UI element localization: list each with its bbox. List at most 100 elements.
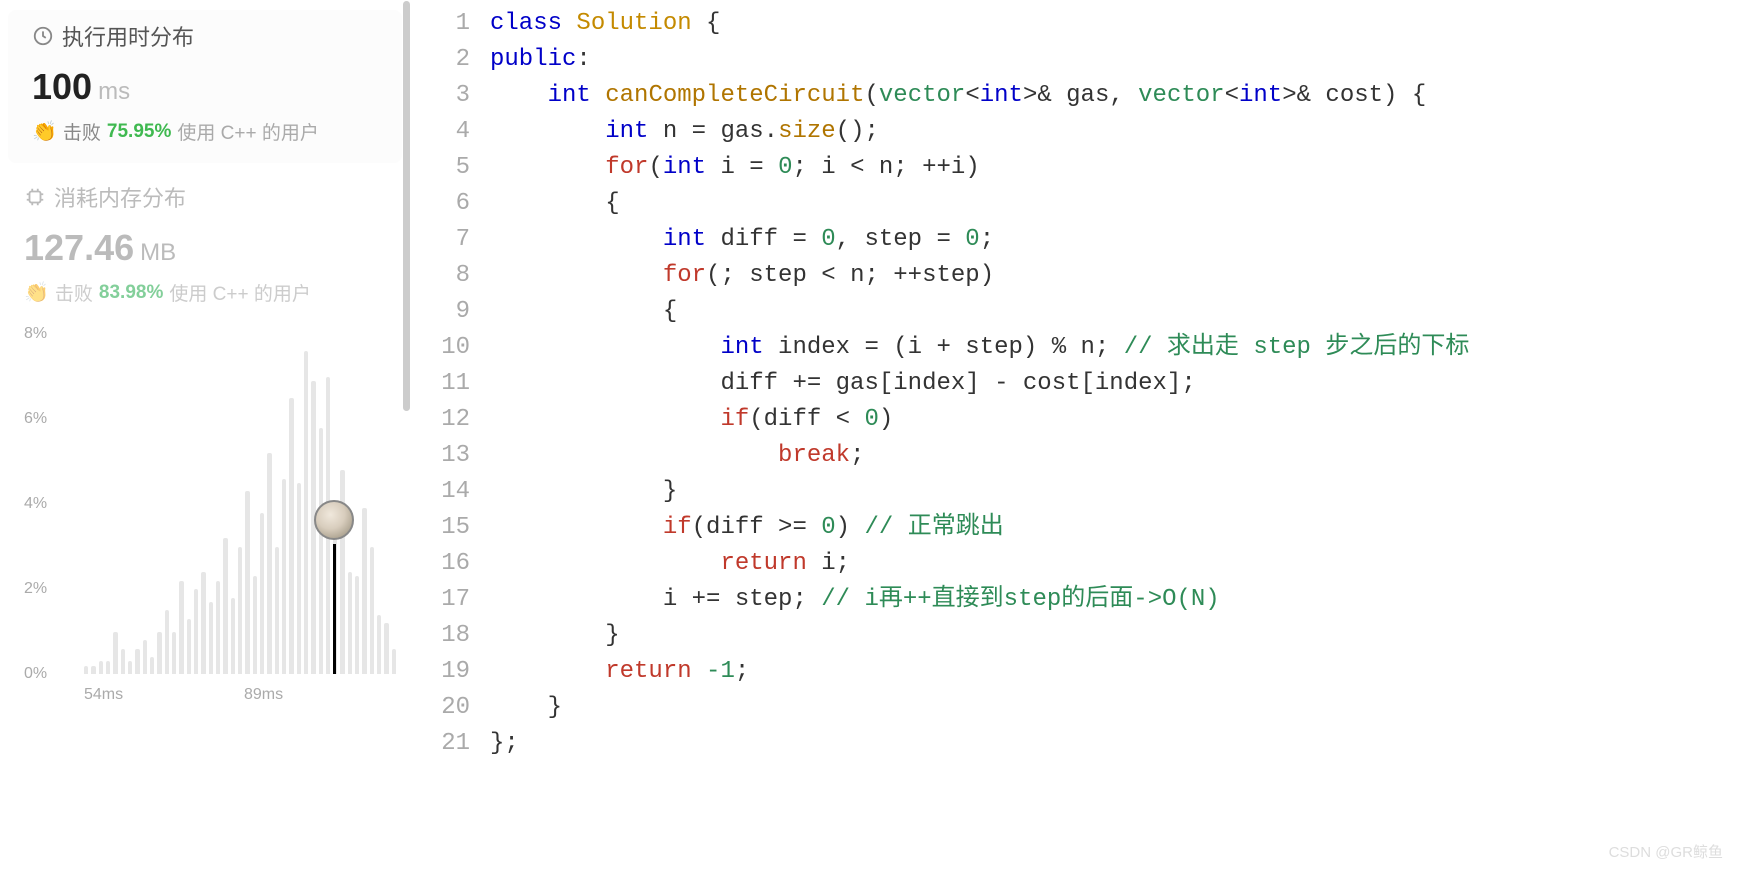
memory-title: 消耗内存分布 — [24, 181, 386, 213]
chart-bar[interactable] — [209, 602, 213, 674]
chart-bar[interactable] — [260, 513, 264, 675]
line-number: 11 — [430, 366, 470, 402]
chart-bar[interactable] — [150, 657, 154, 674]
chart-bar[interactable] — [370, 547, 374, 675]
chart-bar[interactable] — [201, 572, 205, 674]
code-line[interactable]: int canCompleteCircuit(vector<int>& gas,… — [490, 78, 1737, 114]
chart-bar[interactable] — [377, 615, 381, 675]
chart-bar[interactable] — [91, 666, 95, 675]
chart-marker-line — [333, 544, 336, 674]
chart-bar[interactable] — [179, 581, 183, 675]
chart-bar[interactable] — [282, 479, 286, 675]
chart-bar[interactable] — [384, 623, 388, 674]
chart-bar[interactable] — [223, 538, 227, 674]
code-line[interactable]: break; — [490, 438, 1737, 474]
runtime-beats-label: 击败 — [63, 118, 101, 145]
code-line[interactable]: } — [490, 690, 1737, 726]
code-line[interactable]: for(int i = 0; i < n; ++i) — [490, 150, 1737, 186]
chart-bar[interactable] — [304, 351, 308, 674]
chart-bar[interactable] — [165, 610, 169, 674]
x-tick-0: 54ms — [84, 686, 123, 704]
y-tick: 0% — [24, 665, 47, 683]
line-number: 1 — [430, 6, 470, 42]
chart-bar[interactable] — [289, 398, 293, 674]
chart-bar[interactable] — [245, 491, 249, 674]
code-line[interactable]: { — [490, 294, 1737, 330]
code-line[interactable]: if(diff >= 0) // 正常跳出 — [490, 510, 1737, 546]
chart-bars[interactable] — [84, 334, 396, 674]
runtime-title-text: 执行用时分布 — [62, 20, 194, 52]
chart-bar[interactable] — [143, 640, 147, 674]
line-number: 14 — [430, 474, 470, 510]
y-tick: 2% — [24, 580, 47, 598]
code-line[interactable]: if(diff < 0) — [490, 402, 1737, 438]
chart-bar[interactable] — [99, 661, 103, 674]
runtime-chart[interactable]: 8%6%4%2%0% 54ms 89ms — [0, 324, 410, 874]
code-line[interactable]: int diff = 0, step = 0; — [490, 222, 1737, 258]
memory-beats: 👏 击败 83.98% 使用 C++ 的用户 — [24, 279, 386, 306]
line-number: 2 — [430, 42, 470, 78]
code-line[interactable]: return i; — [490, 546, 1737, 582]
line-number: 20 — [430, 690, 470, 726]
chart-bar[interactable] — [348, 572, 352, 674]
code-line[interactable]: }; — [490, 726, 1737, 762]
code-line[interactable]: { — [490, 186, 1737, 222]
line-number: 10 — [430, 330, 470, 366]
runtime-beats: 👏 击败 75.95% 使用 C++ 的用户 — [32, 118, 378, 145]
y-tick: 6% — [24, 410, 47, 428]
chart-bar[interactable] — [355, 576, 359, 674]
runtime-value: 100 — [32, 66, 92, 108]
code-line[interactable]: diff += gas[index] - cost[index]; — [490, 366, 1737, 402]
line-number: 13 — [430, 438, 470, 474]
code-line[interactable]: i += step; // i再++直接到step的后面->O(N) — [490, 582, 1737, 618]
chart-bar[interactable] — [84, 666, 88, 675]
chart-bar[interactable] — [319, 428, 323, 675]
chart-bar[interactable] — [113, 632, 117, 675]
line-number: 17 — [430, 582, 470, 618]
clap-icon: 👏 — [32, 119, 57, 144]
chart-bar[interactable] — [106, 661, 110, 674]
line-number: 9 — [430, 294, 470, 330]
line-number: 8 — [430, 258, 470, 294]
chart-bar[interactable] — [392, 649, 396, 675]
code-lines[interactable]: class Solution {public: int canCompleteC… — [490, 6, 1737, 874]
chart-bar[interactable] — [172, 632, 176, 675]
chart-bar[interactable] — [121, 649, 125, 675]
code-line[interactable]: int n = gas.size(); — [490, 114, 1737, 150]
code-line[interactable]: class Solution { — [490, 6, 1737, 42]
chart-bar[interactable] — [128, 661, 132, 674]
line-number: 5 — [430, 150, 470, 186]
code-line[interactable]: } — [490, 474, 1737, 510]
x-tick-1: 89ms — [244, 686, 283, 704]
code-line[interactable]: public: — [490, 42, 1737, 78]
chart-inner: 8%6%4%2%0% 54ms 89ms — [24, 334, 400, 704]
memory-block[interactable]: 消耗内存分布 127.46 MB 👏 击败 83.98% 使用 C++ 的用户 — [0, 171, 410, 324]
chart-bar[interactable] — [135, 649, 139, 675]
chart-bar[interactable] — [362, 508, 366, 674]
memory-value-row: 127.46 MB — [24, 227, 386, 269]
line-number: 19 — [430, 654, 470, 690]
chart-bar[interactable] — [267, 453, 271, 674]
line-number: 3 — [430, 78, 470, 114]
chart-bar[interactable] — [275, 547, 279, 675]
line-number: 6 — [430, 186, 470, 222]
code-line[interactable]: int index = (i + step) % n; // 求出走 step … — [490, 330, 1737, 366]
chart-bar[interactable] — [216, 581, 220, 675]
line-number: 4 — [430, 114, 470, 150]
line-number: 16 — [430, 546, 470, 582]
chart-bar[interactable] — [157, 632, 161, 675]
avatar-marker[interactable] — [314, 500, 354, 540]
memory-value: 127.46 — [24, 227, 134, 269]
chart-bar[interactable] — [194, 589, 198, 674]
code-panel[interactable]: 123456789101112131415161718192021 class … — [410, 0, 1737, 874]
code-line[interactable]: } — [490, 618, 1737, 654]
chart-bar[interactable] — [238, 547, 242, 675]
line-number: 21 — [430, 726, 470, 762]
code-line[interactable]: for(; step < n; ++step) — [490, 258, 1737, 294]
runtime-beats-pct: 75.95% — [107, 121, 171, 143]
code-line[interactable]: return -1; — [490, 654, 1737, 690]
chart-bar[interactable] — [231, 598, 235, 675]
chart-bar[interactable] — [253, 576, 257, 674]
chart-bar[interactable] — [187, 619, 191, 674]
chart-bar[interactable] — [297, 483, 301, 674]
